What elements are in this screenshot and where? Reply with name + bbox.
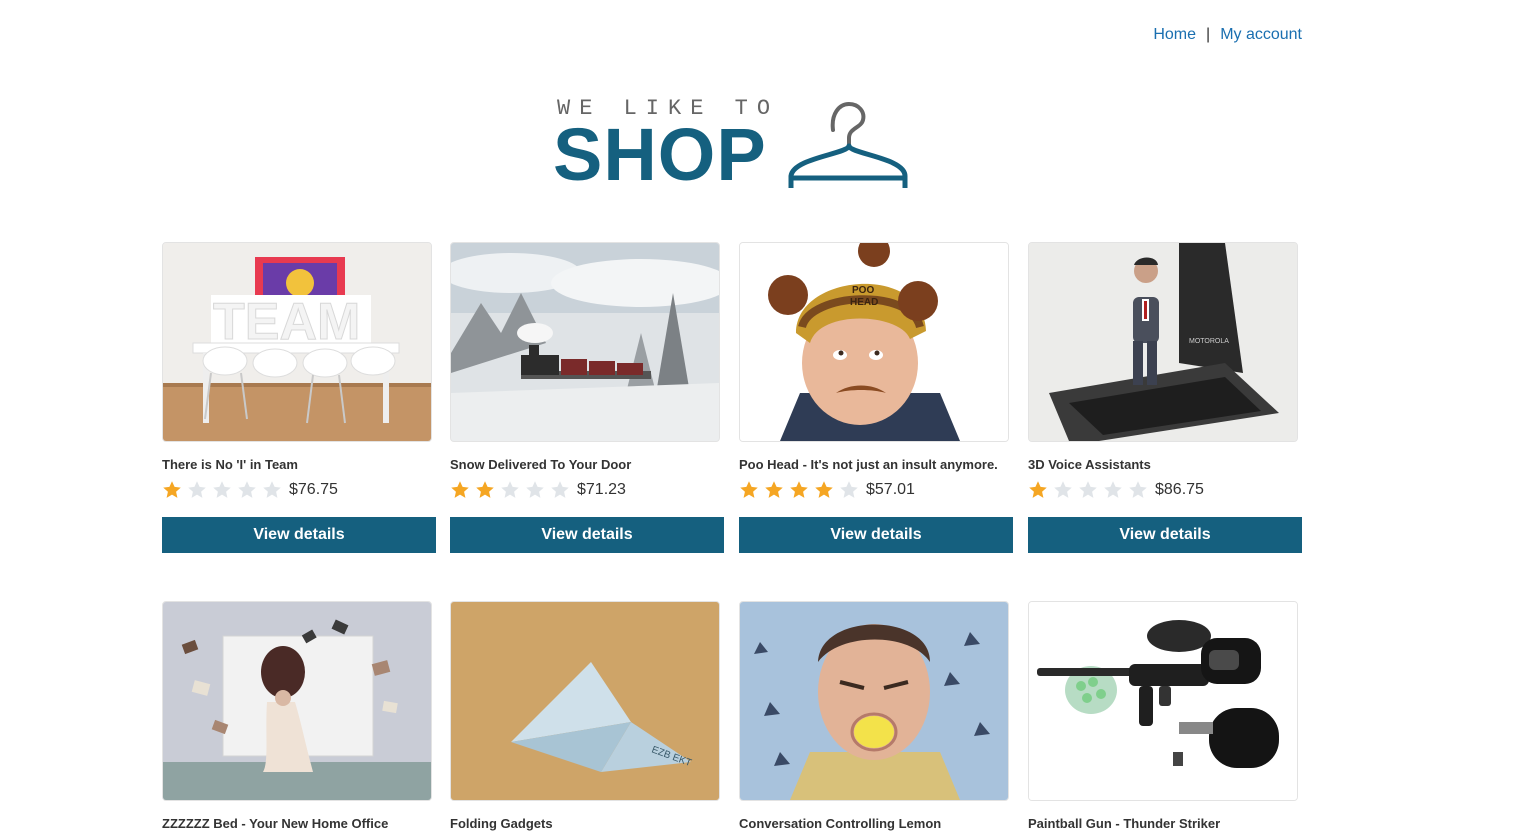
star-empty-icon (263, 481, 281, 498)
product-title: Folding Gadgets (450, 816, 553, 831)
product-image[interactable] (1028, 601, 1298, 801)
product-image[interactable] (739, 601, 1009, 801)
product-price: $57.01 (866, 481, 915, 498)
star-filled-icon (740, 481, 758, 498)
product-rating: $76.75 (162, 478, 338, 502)
hanger-icon (788, 101, 908, 188)
top-navigation: Home | My account (1153, 26, 1302, 44)
product-rating: $86.75 (1028, 478, 1204, 502)
svg-text:HEAD: HEAD (850, 297, 878, 308)
product-title: Snow Delivered To Your Door (450, 457, 632, 472)
star-filled-icon (815, 481, 833, 498)
shop-logo[interactable]: WE LIKE TO SHOP (553, 92, 915, 196)
view-details-button[interactable]: View details (162, 517, 436, 553)
star-filled-icon (765, 481, 783, 498)
view-details-button[interactable]: View details (1028, 517, 1302, 553)
star-empty-icon (501, 481, 519, 498)
product-image[interactable] (162, 601, 432, 801)
star-rating (162, 480, 287, 500)
star-empty-icon (840, 481, 858, 498)
product-image[interactable]: MOTOROLA (1028, 242, 1298, 442)
svg-text:TEAM: TEAM (213, 293, 360, 351)
star-filled-icon (451, 481, 469, 498)
product-rating: $57.01 (739, 478, 915, 502)
product-image[interactable]: EZB EKT (450, 601, 720, 801)
product-title: Poo Head - It's not just an insult anymo… (739, 457, 998, 472)
page: Home | My account WE LIKE TO SHOP TEAM T… (0, 0, 1518, 831)
nav-separator: | (1206, 26, 1211, 43)
star-filled-icon (790, 481, 808, 498)
product-title: Conversation Controlling Lemon (739, 816, 942, 831)
man-poo-hat-image: POO HEAD (740, 243, 1008, 441)
star-rating (1028, 480, 1153, 500)
star-empty-icon (188, 481, 206, 498)
star-empty-icon (1054, 481, 1072, 498)
product-price: $86.75 (1155, 481, 1204, 498)
svg-text:MOTOROLA: MOTOROLA (1189, 338, 1229, 345)
product-image[interactable]: TEAM (162, 242, 432, 442)
view-details-button[interactable]: View details (450, 517, 724, 553)
team-meeting-room-image: TEAM (163, 243, 431, 441)
logo-wordmark: SHOP (553, 113, 767, 196)
hologram-phone-image: MOTOROLA (1029, 243, 1297, 441)
my-account-link[interactable]: My account (1220, 26, 1302, 43)
product-title: Paintball Gun - Thunder Striker (1028, 816, 1221, 831)
steam-train-snow-image (451, 243, 719, 441)
star-empty-icon (1079, 481, 1097, 498)
woman-flying-books-image (163, 602, 431, 800)
product-image[interactable]: POO HEAD (739, 242, 1009, 442)
product-title: There is No 'I' in Team (162, 457, 298, 472)
product-image[interactable] (450, 242, 720, 442)
home-link[interactable]: Home (1153, 26, 1196, 43)
product-rating: $71.23 (450, 478, 626, 502)
man-lemon-mouth-image (740, 602, 1008, 800)
star-filled-icon (1029, 481, 1047, 498)
paintball-gun-image (1029, 602, 1297, 800)
star-empty-icon (1104, 481, 1122, 498)
product-title: ZZZZZZ Bed - Your New Home Office (162, 816, 389, 831)
star-filled-icon (476, 481, 494, 498)
origami-money-bird-image: EZB EKT (451, 602, 719, 800)
star-empty-icon (213, 481, 231, 498)
view-details-button[interactable]: View details (739, 517, 1013, 553)
star-empty-icon (551, 481, 569, 498)
product-title: 3D Voice Assistants (1028, 457, 1151, 472)
product-price: $71.23 (577, 481, 626, 498)
star-empty-icon (238, 481, 256, 498)
star-empty-icon (1129, 481, 1147, 498)
star-rating (739, 480, 864, 500)
product-price: $76.75 (289, 481, 338, 498)
svg-text:POO: POO (852, 285, 874, 296)
star-empty-icon (526, 481, 544, 498)
star-rating (450, 480, 575, 500)
star-filled-icon (163, 481, 181, 498)
